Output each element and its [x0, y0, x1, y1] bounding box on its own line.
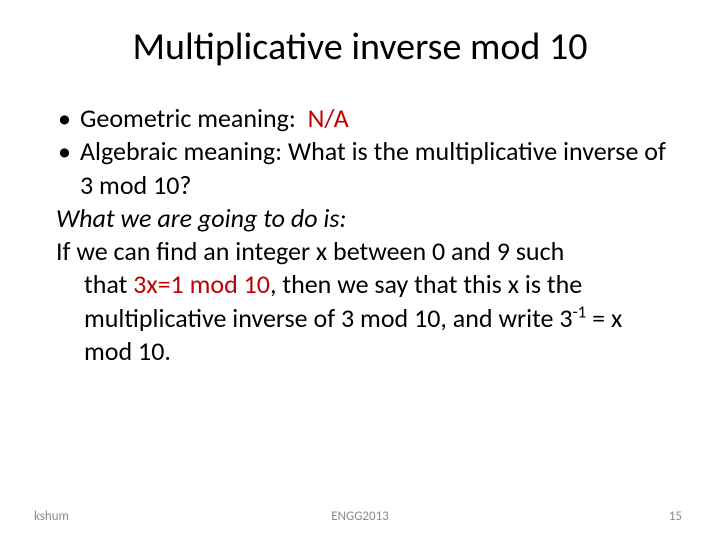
bullet-algebraic: • Algebraic meaning: What is the multipl… — [56, 135, 670, 202]
explanation-paragraph: If we can find an integer x between 0 an… — [56, 235, 670, 368]
para-frag-2a: that — [84, 268, 133, 300]
footer-author: kshum — [34, 509, 69, 524]
footer: kshum ENGG2013 15 — [0, 509, 720, 524]
equation-red: 3x=1 mod 10 — [133, 268, 270, 300]
bullet-text: Geometric meaning: N/A — [80, 102, 670, 135]
bullet-value-na: N/A — [308, 102, 349, 134]
bullet-label: Geometric meaning: — [80, 102, 296, 134]
para-frag-1: If we can find an integer x between 0 an… — [56, 235, 564, 267]
bullet-label: Algebraic meaning: — [80, 135, 282, 167]
footer-page-number: 15 — [669, 509, 682, 524]
bullet-text: Algebraic meaning: What is the multiplic… — [80, 135, 670, 202]
bullet-dot-icon: • — [56, 135, 80, 168]
body-content: • Geometric meaning: N/A • Algebraic mea… — [50, 102, 670, 368]
footer-course: ENGG2013 — [0, 509, 720, 524]
superscript: -1 — [573, 301, 587, 322]
bullet-dot-icon: • — [56, 102, 80, 135]
page-title: Multiplicative inverse mod 10 — [50, 24, 670, 70]
intro-line: What we are going to do is: — [56, 202, 670, 235]
slide: Multiplicative inverse mod 10 • Geometri… — [0, 0, 720, 540]
para-indent: that 3x=1 mod 10, then we say that this … — [56, 268, 670, 368]
bullet-geometric: • Geometric meaning: N/A — [56, 102, 670, 135]
